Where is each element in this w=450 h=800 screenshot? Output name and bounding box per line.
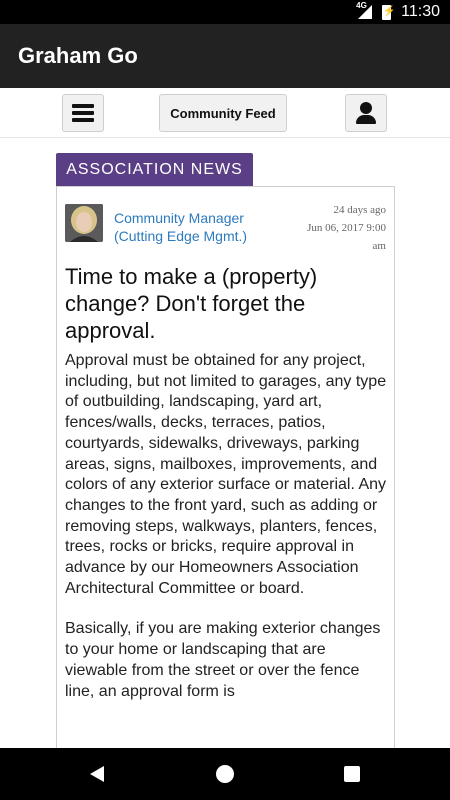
section-tab-association-news: ASSOCIATION NEWS	[56, 153, 253, 186]
post-date: Jun 06, 2017 9:00	[307, 222, 386, 234]
status-bar: 4G 11:30	[0, 0, 450, 24]
user-icon	[355, 102, 377, 124]
recent-apps-icon[interactable]	[344, 766, 360, 782]
post-paragraph: Basically, if you are making exterior ch…	[65, 620, 381, 700]
news-post-card: Community Manager (Cutting Edge Mgmt.) 2…	[56, 186, 395, 766]
cell-signal-icon: 4G	[356, 1, 373, 19]
post-body: Approval must be obtained for any projec…	[65, 351, 390, 722]
profile-button[interactable]	[345, 94, 387, 132]
system-nav-bar	[0, 748, 450, 800]
home-icon[interactable]	[216, 765, 234, 783]
post-title: Time to make a (property) change? Don't …	[65, 264, 318, 343]
battery-icon	[382, 4, 396, 20]
author-name: Community Manager	[114, 210, 244, 226]
back-icon[interactable]	[90, 766, 104, 782]
hamburger-menu-icon	[72, 104, 94, 122]
toolbar: Community Feed	[0, 88, 450, 138]
menu-button[interactable]	[62, 94, 104, 132]
status-time: 11:30	[401, 3, 440, 20]
post-date-ampm: am	[372, 240, 386, 252]
post-paragraph: Approval must be obtained for any projec…	[65, 352, 387, 597]
community-feed-button[interactable]: Community Feed	[159, 94, 287, 132]
post-meta: 24 days ago Jun 06, 2017 9:00 am	[276, 201, 386, 255]
author-name-link[interactable]: Community Manager (Cutting Edge Mgmt.)	[114, 209, 284, 245]
author-avatar[interactable]	[65, 204, 103, 242]
app-title: Graham Go	[18, 43, 138, 68]
app-bar: Graham Go	[0, 24, 450, 88]
post-relative-time: 24 days ago	[333, 204, 386, 216]
author-company: (Cutting Edge Mgmt.)	[114, 228, 248, 244]
network-type: 4G	[356, 1, 367, 10]
